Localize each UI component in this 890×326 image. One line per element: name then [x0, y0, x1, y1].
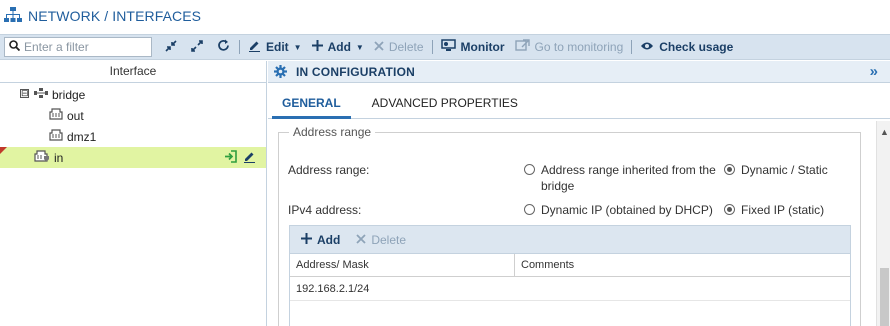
- radio-label-line1: Address range inherited from the: [541, 163, 716, 177]
- gear-icon: [274, 65, 287, 78]
- grid-delete-button[interactable]: Delete: [351, 229, 411, 251]
- chevron-down-icon: ▼: [355, 42, 364, 52]
- check-usage-button[interactable]: Check usage: [635, 36, 738, 58]
- delete-label: Delete: [388, 40, 424, 54]
- network-icon: [4, 6, 22, 26]
- scrollbar-thumb[interactable]: [880, 268, 889, 326]
- add-button[interactable]: Add ▼: [307, 36, 369, 58]
- toolbar-separator: [239, 40, 240, 54]
- grid-add-button[interactable]: Add: [296, 229, 345, 251]
- plus-icon: [301, 232, 317, 247]
- tree-collapse-toggle[interactable]: ⊟: [20, 89, 29, 98]
- tree-item-label: dmz1: [67, 129, 97, 144]
- configuration-panel: IN CONFIGURATION » GENERAL ADVANCED PROP…: [268, 61, 890, 326]
- ipv4-address-label: IPv4 address:: [288, 203, 362, 217]
- sign-in-icon[interactable]: [224, 150, 237, 166]
- monitor-label: Monitor: [460, 40, 505, 54]
- column-header-address-mask[interactable]: Address/ Mask: [290, 254, 515, 276]
- radio-button[interactable]: [524, 204, 535, 215]
- radio-label-line2: bridge: [541, 179, 575, 193]
- external-monitor-icon: [514, 39, 535, 55]
- monitor-icon: [440, 39, 461, 55]
- refresh-icon: [217, 39, 230, 55]
- ethernet-port-shield-icon: [34, 149, 50, 166]
- address-range-field-label: Address range:: [288, 163, 370, 177]
- group-legend: Address range: [293, 125, 372, 139]
- toolbar-separator: [631, 40, 633, 54]
- modified-marker: [0, 147, 7, 154]
- radio-label: Dynamic / Static: [741, 163, 828, 177]
- title-bar: NETWORK / INTERFACES: [0, 0, 890, 32]
- panel-title: IN CONFIGURATION: [296, 64, 415, 79]
- filter-box[interactable]: [4, 37, 152, 57]
- radio-ipv4-fixed[interactable]: Fixed IP (static): [724, 202, 824, 218]
- edit-label: Edit: [266, 40, 289, 54]
- pencil-icon: [248, 39, 266, 55]
- tree-item-out[interactable]: out: [0, 105, 266, 126]
- grid-header: Address/ Mask Comments: [290, 254, 850, 277]
- go-to-monitoring-label: Go to monitoring: [534, 40, 624, 54]
- tree-item-label: out: [67, 108, 84, 123]
- page-title: NETWORK / INTERFACES: [28, 8, 202, 24]
- grid-add-label: Add: [317, 232, 341, 247]
- radio-ipv4-dhcp[interactable]: Dynamic IP (obtained by DHCP): [524, 202, 713, 218]
- check-usage-label: Check usage: [659, 40, 734, 54]
- tree-item-label: bridge: [52, 87, 86, 102]
- eye-icon: [640, 40, 659, 54]
- edit-button[interactable]: Edit ▼: [243, 36, 307, 58]
- bridge-icon: [34, 87, 48, 102]
- main-toolbar: Edit ▼ Add ▼ Delete Monitor Go to monito…: [0, 34, 890, 60]
- radio-label: Fixed IP (static): [741, 203, 825, 217]
- pencil-icon[interactable]: [243, 150, 256, 166]
- add-label: Add: [327, 40, 351, 54]
- close-icon: [356, 233, 371, 247]
- go-to-monitoring-button[interactable]: Go to monitoring: [510, 36, 629, 58]
- radio-button[interactable]: [724, 204, 735, 215]
- ethernet-port-icon: [49, 108, 63, 123]
- panel-header: IN CONFIGURATION »: [268, 61, 890, 83]
- chevron-down-icon: ▼: [293, 42, 302, 52]
- tree-item-bridge[interactable]: ⊟ bridge: [0, 84, 266, 105]
- expand-panel-icon[interactable]: »: [870, 63, 878, 80]
- toolbar-separator: [431, 40, 433, 54]
- collapse-all-button[interactable]: [158, 36, 184, 58]
- close-icon: [374, 40, 389, 54]
- tab-bar: GENERAL ADVANCED PROPERTIES: [268, 83, 890, 119]
- tree-item-in[interactable]: in: [0, 147, 266, 168]
- row-actions: [224, 150, 256, 166]
- cell-address-mask[interactable]: 192.168.2.1/24: [290, 283, 515, 295]
- filter-input[interactable]: [24, 40, 144, 54]
- grid-delete-label: Delete: [371, 232, 407, 247]
- delete-button[interactable]: Delete: [369, 36, 429, 58]
- radio-button[interactable]: [724, 164, 735, 175]
- expand-icon: [191, 39, 203, 55]
- interface-tree: Interface ⊟ bridge out dmz1 in: [0, 61, 267, 326]
- radio-label: Address range inherited from the bridge: [541, 162, 716, 194]
- column-header-comments[interactable]: Comments: [515, 254, 850, 276]
- tab-advanced-properties[interactable]: ADVANCED PROPERTIES: [362, 96, 528, 118]
- table-row[interactable]: 192.168.2.1/24: [290, 277, 850, 301]
- tab-general[interactable]: GENERAL: [272, 96, 351, 119]
- scroll-up-icon[interactable]: ▲: [880, 127, 889, 137]
- ethernet-port-icon: [49, 129, 63, 144]
- search-icon: [9, 40, 21, 54]
- radio-range-dynamic-static[interactable]: Dynamic / Static: [724, 162, 828, 178]
- grid-toolbar: Add Delete: [290, 226, 850, 254]
- collapse-icon: [165, 39, 177, 55]
- address-range-row: Address range:: [288, 163, 369, 177]
- refresh-button[interactable]: [210, 36, 236, 58]
- vertical-scrollbar[interactable]: ▲: [876, 121, 890, 326]
- monitor-button[interactable]: Monitor: [436, 36, 510, 58]
- radio-button[interactable]: [524, 164, 535, 175]
- tree-column-header[interactable]: Interface: [0, 61, 266, 83]
- tree-item-dmz1[interactable]: dmz1: [0, 126, 266, 147]
- radio-range-inherited[interactable]: Address range inherited from the bridge: [524, 162, 716, 194]
- expand-all-button[interactable]: [184, 36, 210, 58]
- address-grid: Add Delete Address/ Mask Comments 192.16…: [289, 225, 851, 326]
- tree-item-label: in: [54, 150, 64, 165]
- radio-label: Dynamic IP (obtained by DHCP): [541, 203, 713, 217]
- plus-icon: [311, 40, 328, 54]
- general-tab-content: Address range Address range: Address ran…: [268, 121, 890, 326]
